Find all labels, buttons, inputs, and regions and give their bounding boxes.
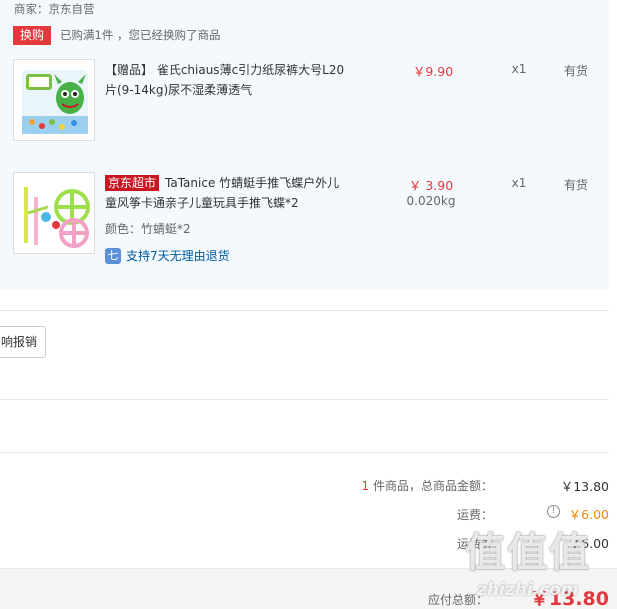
- divider: [0, 399, 609, 400]
- jd-supermarket-badge: 京东超市: [105, 175, 160, 191]
- goods-total-label-text: 件商品，总商品金额：: [369, 479, 493, 493]
- merchant-label: 商家：京东自营: [14, 2, 95, 16]
- watermark-logo: 值值值: [465, 530, 591, 576]
- site-watermark: 值值值 zhizhi.com: [465, 520, 615, 609]
- item-quantity: x1: [511, 176, 527, 190]
- item-name[interactable]: 【赠品】 雀氏chiaus薄c引力纸尿裤大号L20片(9-14kg)尿不湿柔薄透…: [105, 60, 350, 100]
- goods-total-label: 1 件商品，总商品金额：: [362, 477, 493, 494]
- swap-message: 已购满1件 ，您已经换购了商品: [60, 28, 221, 42]
- info-icon[interactable]: !: [547, 505, 560, 518]
- divider: [0, 310, 609, 311]
- item-stock-status: 有货: [563, 64, 588, 78]
- item-price: ￥9.90: [412, 64, 454, 79]
- gift-diaper-thumbnail[interactable]: [13, 59, 95, 141]
- goods-total-value: ￥13.80: [560, 479, 609, 494]
- item-color: 颜色：竹蜻蜓*2: [105, 222, 191, 236]
- watermark-url: zhizhi.com: [477, 580, 579, 600]
- item-price: ￥ 3.90: [408, 178, 454, 193]
- item-weight: 0.020kg: [406, 194, 456, 208]
- item-name[interactable]: 京东超市 TaTanice 竹蜻蜓手推飞蝶户外儿童风筝卡通亲子儿童玩具手推飞蝶*2: [105, 173, 350, 213]
- divider: [0, 452, 609, 453]
- toy-thumbnail[interactable]: [13, 172, 95, 254]
- swap-tag: 换购: [13, 26, 51, 45]
- return-policy-icon: 七: [105, 247, 121, 264]
- return-policy-text: 支持7天无理由退货: [126, 249, 230, 263]
- report-button[interactable]: 响报销: [0, 326, 46, 358]
- item-quantity: x1: [511, 62, 527, 76]
- item-stock-status: 有货: [563, 178, 588, 192]
- order-items-panel: 商家：京东自营 换购 已购满1件 ，您已经换购了商品 【赠品】 雀氏chiaus…: [0, 0, 609, 289]
- return-policy-link[interactable]: 七 支持7天无理由退货: [105, 247, 230, 264]
